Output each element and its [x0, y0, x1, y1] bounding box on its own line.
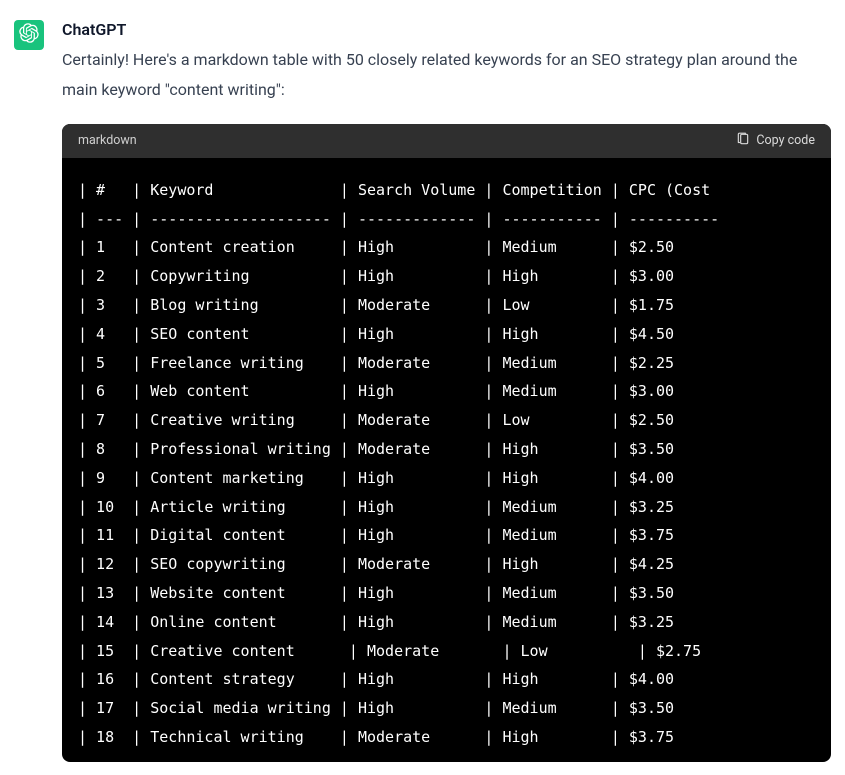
message-content: ChatGPT Certainly! Here's a markdown tab… [62, 20, 831, 762]
copy-code-button[interactable]: Copy code [736, 132, 815, 150]
author-name: ChatGPT [62, 20, 831, 39]
code-content[interactable]: | # | Keyword | Search Volume | Competit… [62, 158, 831, 762]
code-block: markdown Copy code | # | Keyword | Searc… [62, 124, 831, 762]
message-body: Certainly! Here's a markdown table with … [62, 45, 831, 106]
openai-logo-icon [19, 23, 39, 47]
clipboard-icon [736, 132, 750, 150]
code-language-label: markdown [78, 133, 137, 148]
code-header: markdown Copy code [62, 124, 831, 158]
assistant-message: ChatGPT Certainly! Here's a markdown tab… [0, 0, 845, 762]
copy-code-label: Copy code [756, 133, 815, 148]
assistant-avatar [14, 20, 44, 50]
